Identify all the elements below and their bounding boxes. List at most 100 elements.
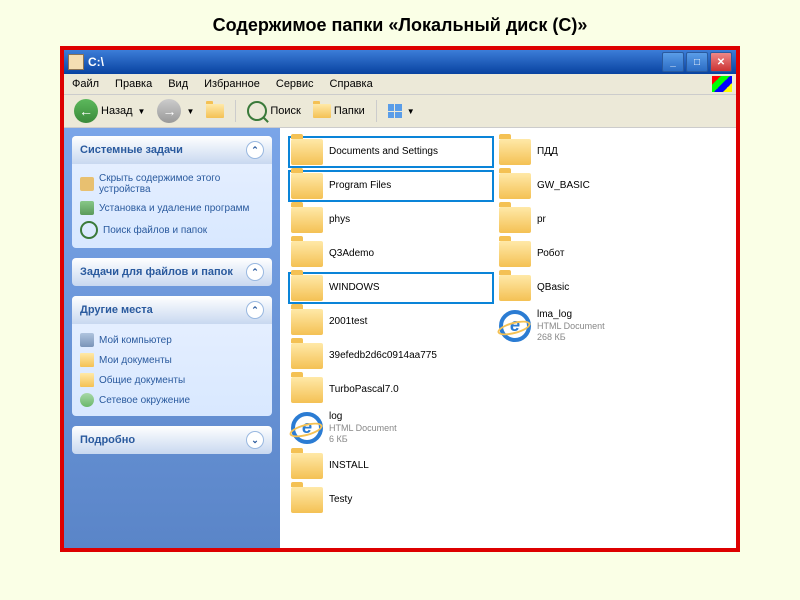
menu-edit[interactable]: Правка xyxy=(107,76,160,92)
file-label: Program Files xyxy=(329,180,391,192)
place-my-computer[interactable]: Мой компьютер xyxy=(78,330,266,350)
menu-view[interactable]: Вид xyxy=(160,76,196,92)
panel-title: Подробно xyxy=(80,434,135,446)
explorer-window: C:\ _ □ ✕ Файл Правка Вид Избранное Серв… xyxy=(60,46,740,552)
close-button[interactable]: ✕ xyxy=(710,52,732,72)
documents-icon xyxy=(80,373,94,387)
chevron-down-icon: ▼ xyxy=(407,107,415,116)
views-button[interactable]: ▼ xyxy=(384,102,419,120)
drive-icon xyxy=(80,177,94,191)
details-panel: Подробно ⌄ xyxy=(72,426,272,454)
search-icon xyxy=(80,221,98,239)
forward-arrow-icon: → xyxy=(157,99,181,123)
file-item-2001test[interactable]: 2001test xyxy=(288,306,494,338)
file-item-39efedb2d6c0914aa775[interactable]: 39efedb2d6c0914aa775 xyxy=(288,340,494,372)
minimize-button[interactable]: _ xyxy=(662,52,684,72)
file-label: 2001test xyxy=(329,316,367,328)
folder-icon xyxy=(291,241,323,267)
page-title: Содержимое папки «Локальный диск (С)» xyxy=(0,0,800,46)
file-tasks-panel: Задачи для файлов и папок ⌃ xyxy=(72,258,272,286)
forward-button[interactable]: → ▼ xyxy=(153,97,198,125)
file-label: GW_BASIC xyxy=(537,180,590,192)
file-item-gwbasic[interactable]: GW_BASIC xyxy=(496,170,702,202)
toolbar: ← Назад ▼ → ▼ Поиск Папки ▼ xyxy=(64,95,736,128)
file-item-[interactable]: Робот xyxy=(496,238,702,270)
file-label: WINDOWS xyxy=(329,282,380,294)
folders-button[interactable]: Папки xyxy=(309,102,369,120)
folder-icon xyxy=(291,207,323,233)
panel-title: Задачи для файлов и папок xyxy=(80,266,233,278)
menu-favorites[interactable]: Избранное xyxy=(196,76,268,92)
task-hide-contents[interactable]: Скрыть содержимое этого устройства xyxy=(78,170,266,198)
views-icon xyxy=(388,104,402,118)
search-label: Поиск xyxy=(270,105,300,117)
file-item-programfiles[interactable]: Program Files xyxy=(288,170,494,202)
file-item-turbopascal70[interactable]: TurboPascal7.0 xyxy=(288,374,494,406)
file-label: Documents and Settings xyxy=(329,146,438,158)
ie-icon xyxy=(291,412,323,444)
maximize-button[interactable]: □ xyxy=(686,52,708,72)
chevron-down-icon: ▼ xyxy=(186,107,194,116)
collapse-icon: ⌃ xyxy=(246,141,264,159)
drive-icon xyxy=(68,54,84,70)
chevron-down-icon: ▼ xyxy=(138,107,146,116)
folder-icon xyxy=(499,241,531,267)
windows-flag-icon xyxy=(712,76,732,92)
file-item-q3ademo[interactable]: Q3Ademo xyxy=(288,238,494,270)
menubar: Файл Правка Вид Избранное Сервис Справка xyxy=(64,74,736,95)
folder-icon xyxy=(291,453,323,479)
collapse-icon: ⌃ xyxy=(246,263,264,281)
separator xyxy=(376,100,377,122)
file-item-install[interactable]: INSTALL xyxy=(288,450,494,482)
menu-file[interactable]: Файл xyxy=(64,76,107,92)
other-places-header[interactable]: Другие места ⌃ xyxy=(72,296,272,324)
back-label: Назад xyxy=(101,105,133,117)
file-label: Робот xyxy=(537,248,564,260)
file-tasks-header[interactable]: Задачи для файлов и папок ⌃ xyxy=(72,258,272,286)
file-item-documentsandsettings[interactable]: Documents and Settings xyxy=(288,136,494,168)
file-item-windows[interactable]: WINDOWS xyxy=(288,272,494,304)
folder-icon xyxy=(291,173,323,199)
task-add-remove[interactable]: Установка и удаление программ xyxy=(78,198,266,218)
file-item-qbasic[interactable]: QBasic xyxy=(496,272,702,304)
file-label: phys xyxy=(329,214,350,226)
folder-up-icon xyxy=(206,104,224,118)
ie-icon xyxy=(499,310,531,342)
file-item-testy[interactable]: Testy xyxy=(288,484,494,516)
back-arrow-icon: ← xyxy=(74,99,98,123)
task-label: Сетевое окружение xyxy=(99,395,190,406)
folder-icon xyxy=(499,173,531,199)
sidebar: Системные задачи ⌃ Скрыть содержимое это… xyxy=(64,128,280,548)
search-button[interactable]: Поиск xyxy=(243,99,304,123)
task-label: Общие документы xyxy=(99,375,185,386)
task-label: Скрыть содержимое этого устройства xyxy=(99,173,264,195)
task-label: Поиск файлов и папок xyxy=(103,225,207,236)
task-label: Мои документы xyxy=(99,355,172,366)
system-tasks-header[interactable]: Системные задачи ⌃ xyxy=(72,136,272,164)
titlebar[interactable]: C:\ _ □ ✕ xyxy=(64,50,736,74)
file-item-[interactable]: ПДД xyxy=(496,136,702,168)
folders-label: Папки xyxy=(334,105,365,117)
file-item-log[interactable]: logHTML Document6 КБ xyxy=(288,408,494,448)
system-tasks-panel: Системные задачи ⌃ Скрыть содержимое это… xyxy=(72,136,272,248)
folder-icon xyxy=(291,343,323,369)
menu-help[interactable]: Справка xyxy=(322,76,381,92)
details-header[interactable]: Подробно ⌄ xyxy=(72,426,272,454)
folder-icon xyxy=(291,309,323,335)
back-button[interactable]: ← Назад ▼ xyxy=(70,97,149,125)
search-icon xyxy=(247,101,267,121)
file-item-phys[interactable]: phys xyxy=(288,204,494,236)
expand-icon: ⌄ xyxy=(246,431,264,449)
task-label: Мой компьютер xyxy=(99,335,172,346)
task-search-files[interactable]: Поиск файлов и папок xyxy=(78,218,266,242)
folder-icon xyxy=(313,104,331,118)
file-label: 39efedb2d6c0914aa775 xyxy=(329,350,437,362)
file-item-lmalog[interactable]: lma_logHTML Document268 КБ xyxy=(496,306,702,346)
place-network[interactable]: Сетевое окружение xyxy=(78,390,266,410)
place-shared-documents[interactable]: Общие документы xyxy=(78,370,266,390)
up-button[interactable] xyxy=(202,102,228,120)
file-item-pr[interactable]: pr xyxy=(496,204,702,236)
place-my-documents[interactable]: Мои документы xyxy=(78,350,266,370)
menu-tools[interactable]: Сервис xyxy=(268,76,322,92)
window-title: C:\ xyxy=(88,55,662,69)
